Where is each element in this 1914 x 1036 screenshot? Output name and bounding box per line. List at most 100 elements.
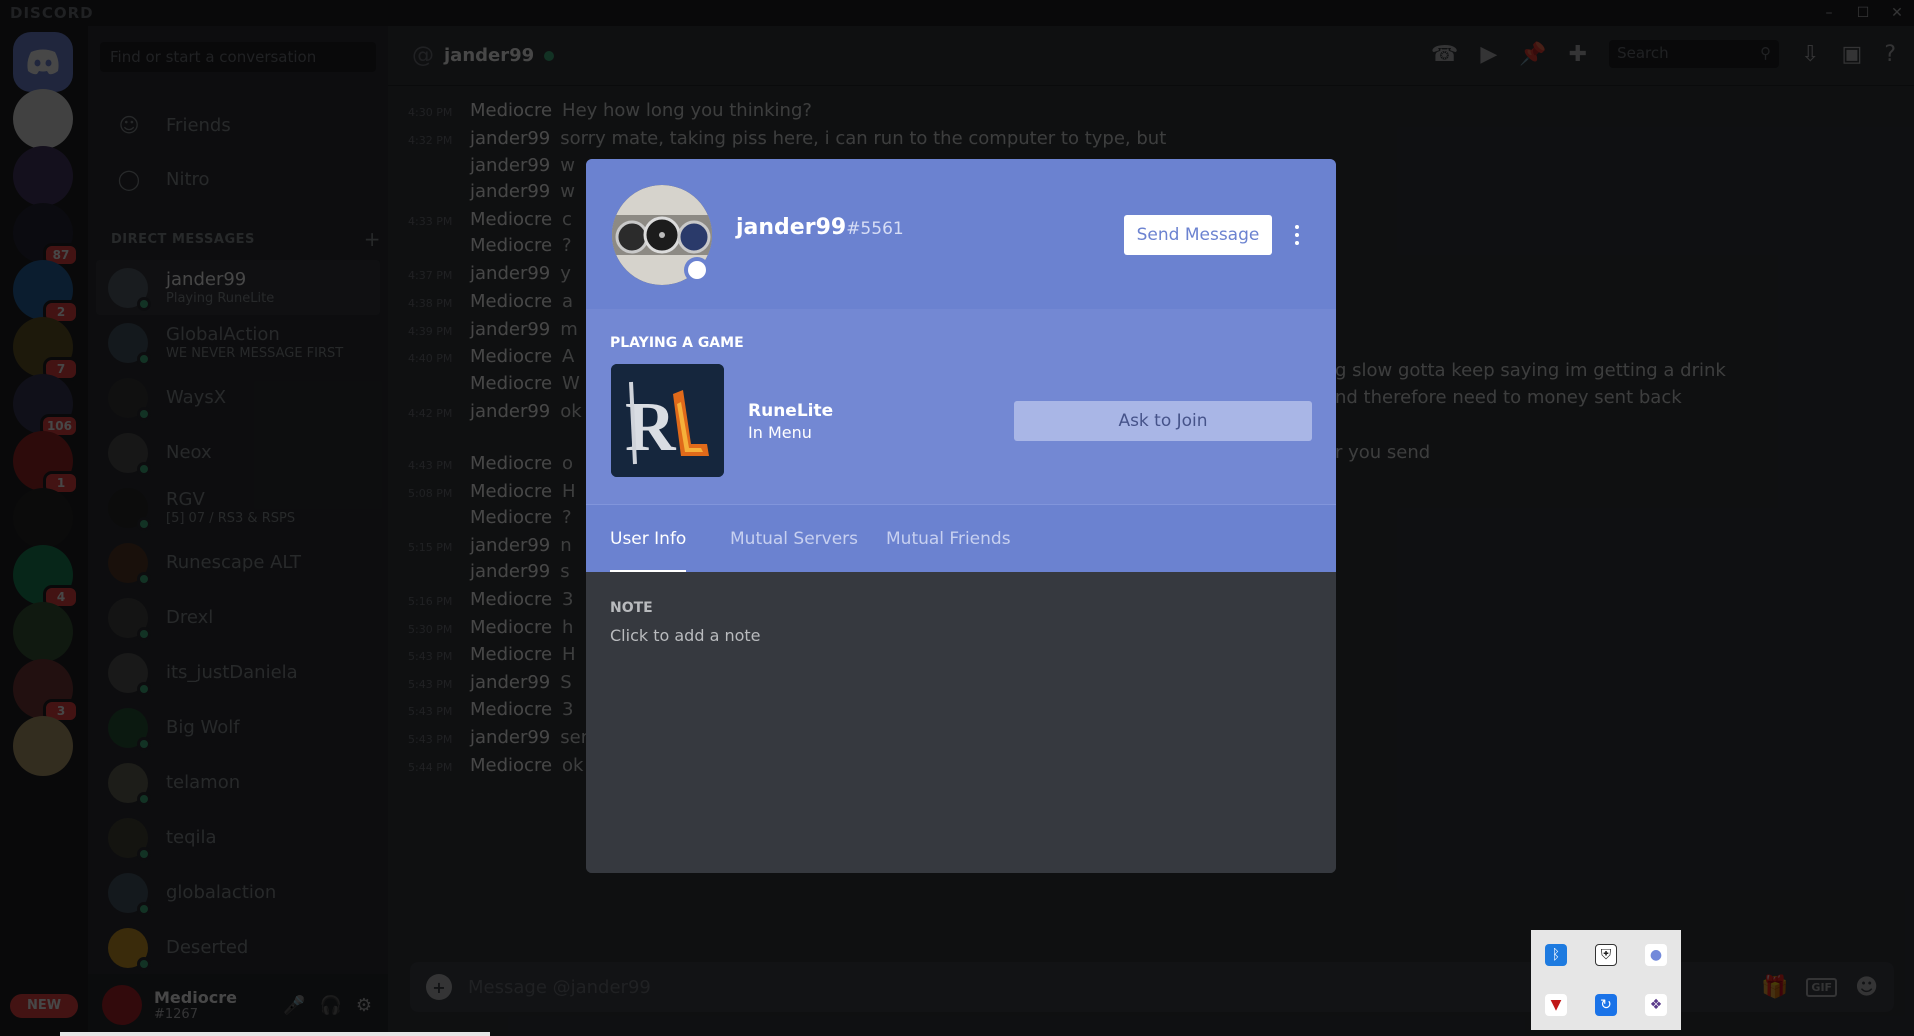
more-options-icon[interactable] (1290, 217, 1304, 253)
dm-item[interactable]: jander99 Playing RuneLite (96, 260, 380, 315)
message-row[interactable]: 5:30 PM Mediocre h (408, 617, 573, 638)
message-row[interactable]: jander99 w (408, 181, 575, 202)
close-icon[interactable]: ✕ (1880, 0, 1914, 26)
attach-plus-icon[interactable]: + (426, 974, 452, 1000)
dm-item[interactable]: GlobalAction WE NEVER MESSAGE FIRST (96, 315, 380, 370)
add-friend-icon[interactable]: ✚ (1569, 42, 1587, 67)
message-row[interactable]: 5:43 PM Mediocre H (408, 644, 576, 665)
server-icon-s8[interactable] (13, 488, 73, 548)
server-icon-s12[interactable] (13, 716, 73, 776)
dm-item[interactable]: Neox (96, 425, 380, 480)
security-shield-icon[interactable]: ⛨ (1595, 944, 1617, 966)
dm-item[interactable]: RGV [5] 07 / RS3 & RSPS (96, 480, 380, 535)
dm-item[interactable]: telamon (96, 755, 380, 810)
tab-mutual-friends[interactable]: Mutual Friends (886, 529, 1011, 573)
server-icon-s9[interactable]: 4 (13, 545, 79, 609)
message-timestamp: 5:43 PM (408, 705, 453, 718)
help-icon[interactable]: ? (1884, 42, 1896, 67)
message-row[interactable]: Mediocre W (408, 373, 580, 394)
message-text: n (560, 535, 572, 556)
message-author: Mediocre (470, 453, 553, 474)
message-timestamp: 4:37 PM (408, 269, 453, 282)
message-row[interactable]: 5:44 PM Mediocre ok (408, 755, 583, 776)
message-row[interactable]: 5:16 PM Mediocre 3 (408, 589, 573, 610)
message-row[interactable]: 4:33 PM Mediocre c (408, 209, 572, 230)
message-row[interactable]: jander99 w (408, 155, 575, 176)
send-message-button[interactable]: Send Message (1124, 215, 1272, 255)
message-input[interactable]: Message @jander99 (468, 977, 651, 998)
server-icon-beta[interactable] (13, 89, 73, 149)
message-row[interactable]: 5:15 PM jander99 n (408, 535, 572, 556)
dm-name: GlobalAction (166, 324, 280, 345)
gift-icon[interactable]: 🎁 (1761, 975, 1788, 1000)
server-icon-s2[interactable] (13, 146, 73, 206)
server-icon-s10[interactable] (13, 602, 73, 662)
server-icon-s7[interactable]: 1 (13, 431, 79, 495)
dm-item[interactable]: WaysX (96, 370, 380, 425)
tab-mutual-servers[interactable]: Mutual Servers (730, 529, 858, 573)
discord-tray-icon[interactable]: ● (1645, 944, 1667, 966)
dm-item[interactable]: globalaction (96, 865, 380, 920)
dm-search-input[interactable]: Find or start a conversation (100, 42, 376, 72)
server-icon-s11[interactable]: 3 (13, 659, 79, 723)
mute-microphone-icon[interactable]: 🎤 (283, 995, 305, 1016)
minimize-icon[interactable]: – (1812, 0, 1846, 26)
maximize-icon[interactable]: ☐ (1846, 0, 1880, 26)
user-avatar[interactable] (102, 985, 142, 1025)
deafen-headphones-icon[interactable]: 🎧 (319, 995, 341, 1016)
voice-call-icon[interactable]: ☎ (1431, 42, 1458, 67)
bluetooth-icon[interactable]: ᛒ (1545, 944, 1567, 966)
gif-button[interactable]: GIF (1806, 977, 1838, 997)
emoji-icon[interactable]: ☻ (1855, 975, 1878, 1000)
note-input[interactable]: Click to add a note (610, 626, 761, 645)
message-row[interactable]: 4:30 PM Mediocre Hey how long you thinking… (408, 100, 812, 121)
server-icon-s3[interactable]: 87 (13, 203, 79, 267)
dm-item[interactable]: Drexl (96, 590, 380, 645)
message-text: s (560, 561, 570, 582)
message-row[interactable]: 4:42 PM jander99 ok (408, 401, 582, 422)
dm-item[interactable]: Runescape ALT (96, 535, 380, 590)
dm-item[interactable]: Deserted (96, 920, 380, 975)
server-icon-s6[interactable]: 106 (13, 374, 79, 438)
new-badge[interactable]: NEW (10, 994, 78, 1018)
pinned-messages-icon[interactable]: 📌 (1519, 42, 1546, 67)
server-icon-s4[interactable]: 2 (13, 260, 79, 324)
add-dm-icon[interactable]: + (364, 229, 381, 249)
settings-gear-icon[interactable]: ⚙ (356, 995, 372, 1016)
home-button[interactable] (13, 32, 73, 92)
message-row[interactable]: 4:32 PM jander99 sorry mate, taking piss h… (408, 128, 1166, 149)
gamepad-icon[interactable]: ❖ (1645, 994, 1667, 1016)
message-timestamp: 4:32 PM (408, 134, 453, 147)
nitro-nav-item[interactable]: ◯ Nitro (96, 156, 380, 202)
sync-icon[interactable]: ↻ (1595, 994, 1617, 1016)
message-timestamp: 4:39 PM (408, 325, 453, 338)
chat-search-placeholder: Search (1617, 44, 1669, 62)
message-text: 3 (562, 589, 574, 610)
tab-user-info[interactable]: User Info (610, 529, 687, 573)
friends-nav-item[interactable]: ☺ Friends (96, 102, 380, 148)
dm-item[interactable]: Big Wolf (96, 700, 380, 755)
message-author: Mediocre (470, 481, 553, 502)
message-row[interactable]: 4:43 PM Mediocre o (408, 453, 573, 474)
message-row[interactable]: 4:38 PM Mediocre a (408, 291, 573, 312)
video-call-icon[interactable]: ▶ (1480, 42, 1497, 67)
message-row[interactable]: 5:43 PM jander99 S (408, 672, 572, 693)
chat-search-input[interactable]: Search ⚲ (1609, 40, 1780, 68)
inbox-icon[interactable]: ▣ (1842, 42, 1863, 67)
ask-to-join-button[interactable]: Ask to Join (1014, 401, 1312, 441)
message-row[interactable]: Mediocre? (408, 507, 572, 528)
dm-item[interactable]: its_justDaniela (96, 645, 380, 700)
message-row[interactable]: jander99 s (408, 561, 570, 582)
message-row[interactable]: 5:08 PM Mediocre H (408, 481, 576, 502)
mcafee-icon[interactable]: ▼ (1545, 994, 1567, 1016)
message-row[interactable]: 4:39 PM jander99 m (408, 319, 578, 340)
dm-name: teqila (166, 827, 217, 848)
message-row[interactable]: 4:37 PM jander99 y (408, 263, 571, 284)
message-row[interactable]: 5:43 PM Mediocre 3 (408, 699, 573, 720)
message-row[interactable]: 4:40 PM Mediocre A (408, 346, 574, 367)
message-row[interactable]: Mediocre? (408, 235, 572, 256)
server-icon-s5[interactable]: 7 (13, 317, 79, 381)
download-icon[interactable]: ⇩ (1801, 42, 1819, 67)
message-text: ? (562, 507, 572, 528)
dm-item[interactable]: teqila (96, 810, 380, 865)
